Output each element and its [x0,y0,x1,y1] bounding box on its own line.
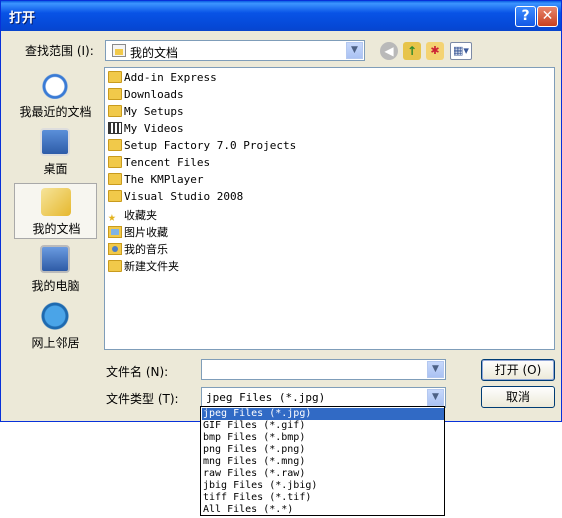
filetype-option[interactable]: All Files (*.*) [202,504,444,516]
place-network[interactable]: 网上邻居 [14,298,97,354]
dialog-title: 打开 [9,11,36,26]
up-folder-icon[interactable]: ↑ [403,42,421,60]
file-name: The KMPlayer [124,173,204,186]
music-folder-icon [108,243,122,255]
favorites-icon: ★ [108,210,116,225]
places-bar: 我最近的文档 桌面 我的文档 我的电脑 网上邻居 [14,67,97,355]
lookin-label: 查找范围 (I): [25,44,94,58]
place-label: 桌面 [43,162,68,176]
file-name: Downloads [124,88,184,101]
list-item[interactable]: Add-in Express [108,71,217,87]
place-label: 我最近的文档 [19,105,92,119]
list-item[interactable]: Tencent Files [108,156,210,172]
file-name: Add-in Express [124,71,217,84]
list-item[interactable]: Visual Studio 2008 [108,190,243,206]
filetype-option[interactable]: tiff Files (*.tif) [202,492,444,504]
videos-folder-icon [108,122,122,134]
filetype-value: jpeg Files (*.jpg) [206,391,326,404]
file-name: 收藏夹 [124,209,157,222]
new-folder-icon[interactable]: ✱ [426,42,444,60]
list-item[interactable]: 新建文件夹 [108,258,179,274]
help-button[interactable]: ? [515,6,536,27]
place-recent-documents[interactable]: 我最近的文档 [14,67,97,123]
list-item[interactable]: Setup Factory 7.0 Projects [108,139,296,155]
folder-icon [108,105,122,117]
filetype-option[interactable]: png Files (*.png) [202,444,444,456]
title-bar[interactable]: 打开 ? ✕ [1,1,561,31]
file-name: 图片收藏 [124,226,168,239]
my-documents-small-icon [112,44,126,57]
filetype-option[interactable]: jpeg Files (*.jpg) [202,408,444,420]
filetype-option[interactable]: GIF Files (*.gif) [202,420,444,432]
folder-icon [108,139,122,151]
place-label: 我的文档 [32,222,81,236]
view-menu-icon[interactable]: ▦▾ [450,42,472,60]
folder-icon [108,190,122,202]
folder-icon [108,88,122,100]
my-computer-icon [40,245,70,273]
filetype-dropdown-list[interactable]: jpeg Files (*.jpg) GIF Files (*.gif) bmp… [200,406,445,516]
filetype-option[interactable]: bmp Files (*.bmp) [202,432,444,444]
desktop-icon [40,128,70,156]
list-item[interactable]: My Setups [108,105,184,121]
folder-icon [108,156,122,168]
file-name: 我的音乐 [124,243,168,256]
folder-icon [108,71,122,83]
file-list[interactable]: Add-in Express Downloads My Setups My Vi… [104,67,555,350]
lookin-combo[interactable]: 我的文档 ▼ [105,40,365,61]
lookin-value: 我的文档 [130,46,179,60]
open-button[interactable]: 打开 (O) [481,359,555,381]
filename-input[interactable]: ▼ [201,359,446,380]
filetype-label: 文件类型 (T): [106,392,179,406]
file-name: Visual Studio 2008 [124,190,244,203]
place-label: 网上邻居 [31,336,80,350]
list-item[interactable]: Downloads [108,88,184,104]
back-icon[interactable]: ◀ [380,42,398,60]
file-name: My Videos [124,122,184,135]
pictures-folder-icon [108,226,122,238]
place-my-computer[interactable]: 我的电脑 [14,241,97,297]
recent-documents-icon [40,71,70,99]
filetype-option[interactable]: jbig Files (*.jbig) [202,480,444,492]
folder-icon [108,173,122,185]
list-item[interactable]: 图片收藏 [108,224,168,240]
filename-dropdown-arrow[interactable]: ▼ [427,361,444,378]
list-item[interactable]: The KMPlayer [108,173,203,189]
file-name: Tencent Files [124,156,211,169]
close-button[interactable]: ✕ [537,6,558,27]
place-my-documents[interactable]: 我的文档 [14,183,97,239]
open-file-dialog: 打开 ? ✕ 查找范围 (I): 我的文档 ▼ ◀ ↑ ✱ ▦▾ 我最近的文档 … [0,0,562,422]
filename-label: 文件名 (N): [106,365,169,379]
file-name: 新建文件夹 [124,260,179,273]
cancel-button[interactable]: 取消 [481,386,555,408]
filetype-option[interactable]: mng Files (*.mng) [202,456,444,468]
filetype-option[interactable]: raw Files (*.raw) [202,468,444,480]
folder-icon [108,260,122,272]
file-name: Setup Factory 7.0 Projects [124,139,297,152]
list-item[interactable]: ★ 收藏夹 [108,207,157,225]
filetype-combo[interactable]: jpeg Files (*.jpg) ▼ [201,387,446,408]
place-label: 我的电脑 [31,279,80,293]
lookin-dropdown-arrow[interactable]: ▼ [346,42,363,59]
network-places-icon [40,302,70,330]
list-item[interactable]: My Videos [108,122,184,138]
filetype-dropdown-arrow[interactable]: ▼ [427,389,444,406]
my-documents-icon [41,188,71,216]
place-desktop[interactable]: 桌面 [14,124,97,180]
list-item[interactable]: 我的音乐 [108,241,168,257]
file-name: My Setups [124,105,184,118]
